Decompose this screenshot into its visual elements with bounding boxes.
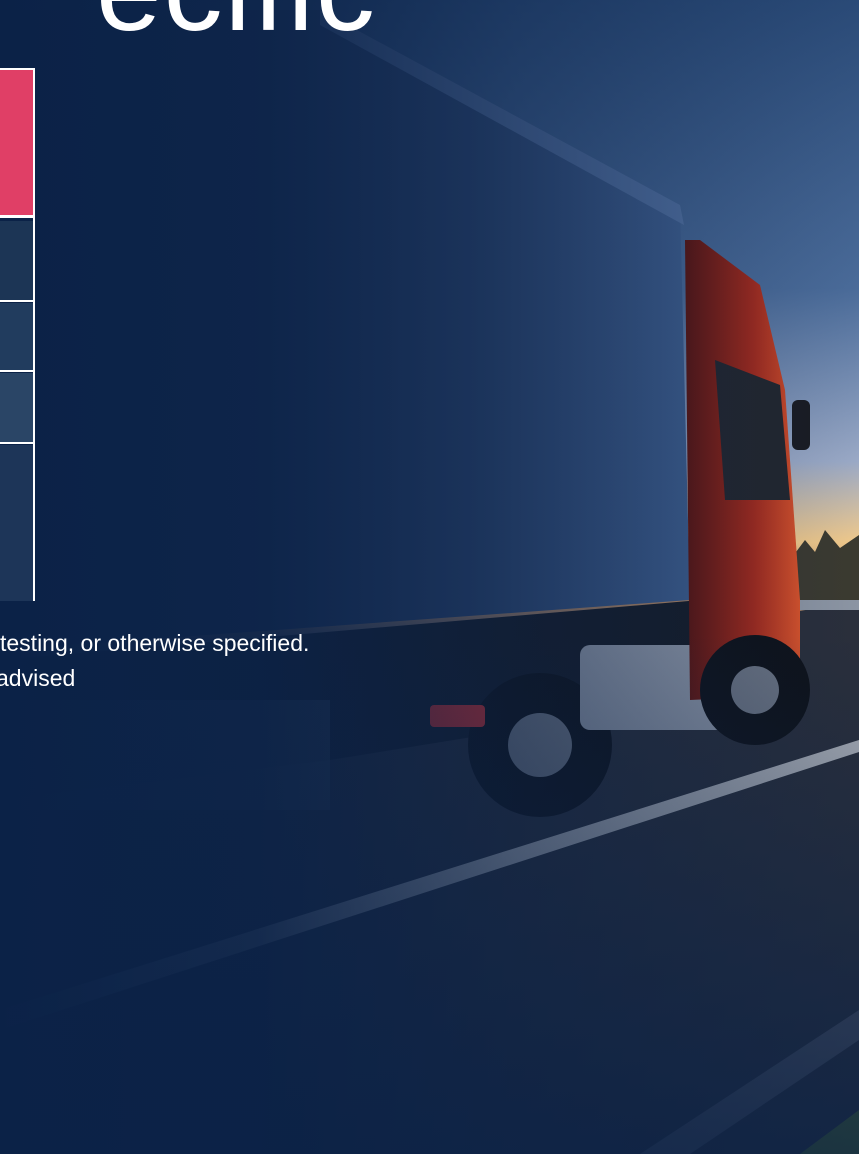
table-row [0, 373, 33, 444]
slide-heading: ecific [96, 0, 377, 50]
table-row-highlight [0, 70, 33, 218]
spec-table [0, 68, 35, 601]
table-row [0, 303, 33, 372]
table-row [0, 221, 33, 302]
footnote-line-2: advised [0, 665, 76, 691]
truck-photo-background [0, 0, 859, 1154]
footnote-line-1: testing, or otherwise specified. [0, 630, 310, 656]
table-row [0, 445, 33, 601]
slide: ecific testing, or otherwise specified. … [0, 0, 859, 1154]
